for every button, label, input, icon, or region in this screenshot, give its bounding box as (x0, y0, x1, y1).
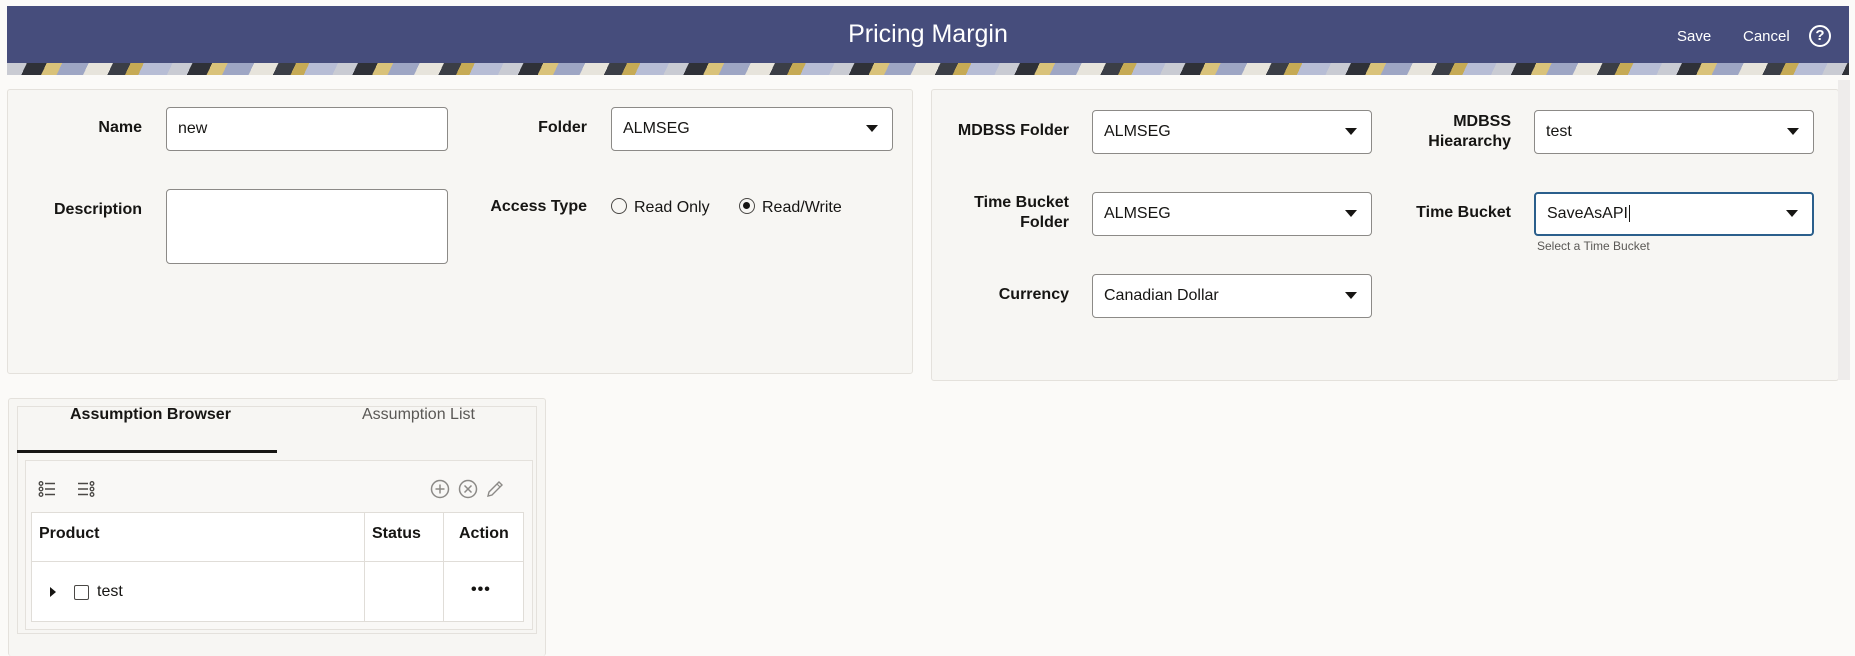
column-header-product[interactable]: Product (39, 525, 99, 543)
mdbss-hierarchy-label: MDBSS Hieararchy (1390, 112, 1511, 152)
text-cursor (1628, 205, 1630, 222)
scrollbar[interactable] (1838, 80, 1850, 380)
folder-select[interactable]: ALMSEG (611, 107, 893, 151)
chevron-down-icon (1786, 210, 1798, 217)
app-header: Pricing Margin Save Cancel ? (7, 6, 1849, 63)
currency-select[interactable]: Canadian Dollar (1092, 274, 1372, 318)
mdbss-hierarchy-label-line1: MDBSS (1453, 113, 1511, 130)
name-input-value: new (178, 120, 208, 137)
mdbss-folder-value: ALMSEG (1104, 123, 1171, 140)
assumption-tree-table (31, 512, 524, 622)
cancel-button[interactable]: Cancel (1743, 28, 1790, 45)
radio-read-write-label: Read/Write (762, 199, 842, 216)
description-label: Description (53, 201, 142, 218)
time-bucket-helper: Select a Time Bucket (1537, 239, 1650, 253)
mdbss-hierarchy-select[interactable]: test (1534, 110, 1814, 154)
chevron-down-icon (1787, 128, 1799, 135)
expand-all-icon[interactable] (38, 480, 56, 503)
chevron-down-icon (1345, 210, 1357, 217)
expand-row-icon[interactable] (50, 587, 56, 597)
chevron-down-icon (1345, 292, 1357, 299)
active-tab-indicator (17, 450, 277, 453)
row-product-name[interactable]: test (97, 583, 123, 601)
chevron-down-icon (1345, 128, 1357, 135)
time-bucket-folder-select[interactable]: ALMSEG (1092, 192, 1372, 236)
time-bucket-folder-label-line1: Time Bucket (974, 194, 1069, 211)
help-icon[interactable]: ? (1809, 25, 1831, 47)
edit-pencil-icon[interactable] (485, 479, 505, 504)
mdbss-hierarchy-value: test (1546, 123, 1572, 140)
add-icon[interactable] (430, 479, 450, 504)
column-header-status[interactable]: Status (372, 525, 421, 543)
tab-assumption-list[interactable]: Assumption List (362, 406, 475, 424)
column-divider (364, 512, 365, 621)
page-title: Pricing Margin (848, 20, 1008, 48)
time-bucket-select[interactable]: SaveAsAPI (1534, 192, 1814, 236)
save-button[interactable]: Save (1677, 28, 1711, 45)
collapse-all-icon[interactable] (77, 480, 95, 503)
radio-read-only-label: Read Only (634, 199, 710, 216)
time-bucket-folder-label: Time Bucket Folder (940, 193, 1069, 233)
row-actions-menu-icon[interactable]: ••• (471, 581, 491, 599)
chevron-down-icon (866, 125, 878, 132)
mdbss-folder-label: MDBSS Folder (957, 122, 1069, 139)
folder-select-value: ALMSEG (623, 120, 690, 137)
access-type-label: Access Type (490, 198, 587, 215)
description-textarea[interactable] (166, 189, 448, 264)
tab-assumption-browser[interactable]: Assumption Browser (70, 406, 231, 424)
folder-label: Folder (538, 119, 587, 136)
currency-label: Currency (998, 286, 1069, 303)
row-checkbox[interactable] (74, 585, 89, 600)
radio-unchecked-icon (611, 198, 627, 214)
header-divider (31, 561, 524, 562)
mdbss-hierarchy-label-line2: Hieararchy (1428, 133, 1511, 150)
decorative-banner (7, 63, 1849, 75)
time-bucket-folder-label-line2: Folder (1020, 214, 1069, 231)
column-divider (443, 512, 444, 621)
time-bucket-folder-value: ALMSEG (1104, 205, 1171, 222)
name-label: Name (98, 119, 142, 136)
time-bucket-value: SaveAsAPI (1547, 205, 1628, 222)
radio-read-write[interactable]: Read/Write (739, 198, 842, 217)
currency-value: Canadian Dollar (1104, 287, 1219, 304)
time-bucket-label: Time Bucket (1416, 204, 1511, 221)
column-header-action[interactable]: Action (459, 525, 509, 543)
remove-icon[interactable] (458, 479, 478, 504)
radio-read-only[interactable]: Read Only (611, 198, 710, 217)
radio-checked-icon (739, 198, 755, 214)
mdbss-folder-select[interactable]: ALMSEG (1092, 110, 1372, 154)
name-input[interactable]: new (166, 107, 448, 151)
